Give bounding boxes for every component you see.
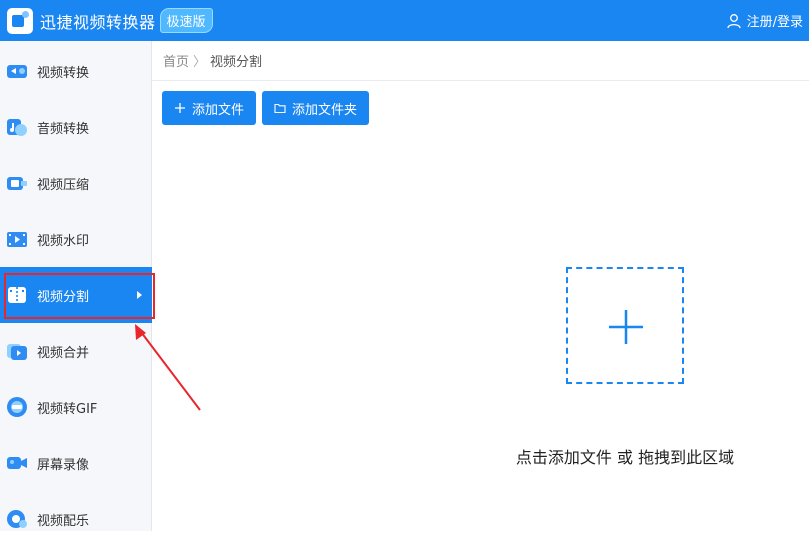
title-bar: 迅捷视频转换器 极速版 注册/登录 <box>0 0 809 41</box>
sidebar-item-label: 屏幕录像 <box>37 457 90 473</box>
sidebar-item-video-watermark[interactable]: 视频水印 <box>0 211 152 267</box>
chevron-right-icon <box>137 291 142 299</box>
add-file-label: 添加文件 <box>192 102 245 118</box>
sidebar-item-video-split[interactable]: 视频分割 <box>0 267 152 323</box>
breadcrumb: 首页 〉 视频分割 <box>152 41 809 81</box>
sidebar-item-label: 视频转换 <box>37 65 90 81</box>
app-logo-icon <box>7 7 33 34</box>
sidebar-item-video-compress[interactable]: 视频压缩 <box>0 155 152 211</box>
sidebar-item-label: 视频配乐 <box>37 513 90 529</box>
file-dropzone[interactable] <box>566 267 684 384</box>
video-convert-icon <box>7 65 27 78</box>
video-merge-icon <box>7 344 27 360</box>
sidebar-item-video-to-gif[interactable]: 视频转GIF <box>0 379 152 435</box>
add-folder-label: 添加文件夹 <box>292 102 358 118</box>
edition-badge: 极速版 <box>159 8 213 33</box>
plus-icon <box>175 103 185 113</box>
screen-record-icon <box>7 457 27 469</box>
sidebar-item-video-music[interactable]: 视频配乐 <box>0 491 152 547</box>
sidebar-item-video-merge[interactable]: 视频合并 <box>0 323 152 379</box>
breadcrumb-separator: 〉 <box>193 55 207 70</box>
video-watermark-icon <box>7 232 27 247</box>
dropzone-hint: 点击添加文件 或 拖拽到此区域 <box>515 448 735 467</box>
sidebar: 视频转换 音频转换 视频压缩 视频水印 视频分割 视频合并 视频转GIF 屏幕录… <box>0 41 152 531</box>
add-folder-button[interactable]: 添加文件夹 <box>262 91 370 125</box>
video-compress-icon <box>7 177 27 190</box>
app-title: 迅捷视频转换器 <box>40 12 156 32</box>
sidebar-item-screen-record[interactable]: 屏幕录像 <box>0 435 152 491</box>
toolbar: 添加文件 添加文件夹 <box>162 91 370 125</box>
video-split-icon <box>8 287 26 303</box>
login-label: 注册/登录 <box>746 15 803 30</box>
sidebar-item-label: 视频水印 <box>37 233 90 249</box>
add-file-button[interactable]: 添加文件 <box>162 91 257 125</box>
sidebar-item-label: 视频压缩 <box>37 177 90 193</box>
sidebar-item-label: 视频合并 <box>37 345 90 361</box>
breadcrumb-current: 视频分割 <box>210 55 263 70</box>
video-to-gif-icon <box>7 397 27 417</box>
audio-convert-icon <box>7 119 27 136</box>
breadcrumb-home[interactable]: 首页 <box>163 51 189 70</box>
sidebar-item-label: 视频转GIF <box>37 401 98 417</box>
video-music-icon <box>7 510 27 528</box>
user-icon <box>726 13 741 28</box>
sidebar-item-audio-convert[interactable]: 音频转换 <box>0 99 152 155</box>
login-button[interactable]: 注册/登录 <box>726 0 803 41</box>
sidebar-item-label: 音频转换 <box>37 121 90 137</box>
folder-icon <box>274 103 286 114</box>
sidebar-item-label: 视频分割 <box>37 289 90 305</box>
add-plus-icon <box>609 310 643 344</box>
sidebar-item-video-convert[interactable]: 视频转换 <box>0 43 152 99</box>
